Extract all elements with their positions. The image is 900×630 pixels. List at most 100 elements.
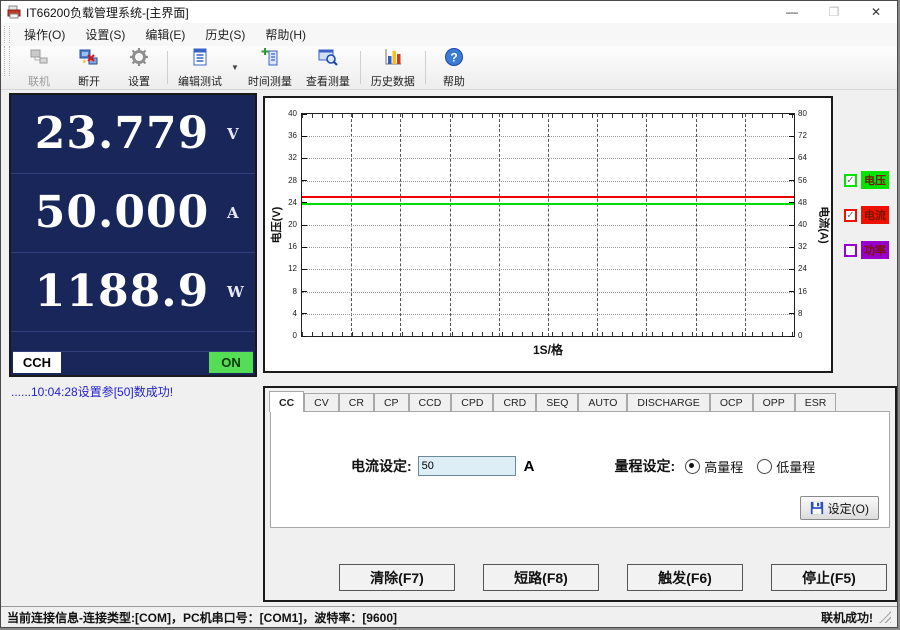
toolbar-label: 查看测量 <box>306 73 350 89</box>
dropdown-arrow-icon[interactable]: ▼ <box>231 63 239 72</box>
tab-ccd[interactable]: CCD <box>409 393 452 412</box>
connection-status-text: 联机成功! <box>821 609 873 626</box>
svg-text:?: ? <box>450 50 457 64</box>
connection-info: 当前连接信息-连接类型:[COM]，PC机串口号：[COM1]，波特率：[960… <box>7 609 397 626</box>
set-button[interactable]: 设定(O) <box>800 496 879 520</box>
gridline-horizontal <box>302 225 794 226</box>
voltage-checkbox[interactable]: ✓ <box>844 174 857 187</box>
menu-bar: 操作(O) 设置(S) 编辑(E) 历史(S) 帮助(H) <box>1 23 897 47</box>
tab-discharge[interactable]: DISCHARGE <box>627 393 709 412</box>
connect-icon <box>29 47 49 72</box>
y-tick-label-left: 28 <box>276 177 297 185</box>
current-set-unit: A <box>524 458 535 475</box>
y-tick-label-right: 32 <box>798 243 820 251</box>
y-tick-label-left: 16 <box>276 243 297 251</box>
tab-esr[interactable]: ESR <box>795 393 837 412</box>
gridline-horizontal <box>302 314 794 315</box>
power-unit: W <box>227 283 249 301</box>
menu-settings[interactable]: 设置(S) <box>75 23 135 46</box>
y-tick-left <box>302 136 307 137</box>
close-button[interactable]: ✕ <box>855 1 897 23</box>
restore-button[interactable]: ❐ <box>813 1 855 23</box>
range-set-label: 量程设定: <box>615 456 676 476</box>
current-row: 50.000 A <box>11 174 255 253</box>
legend-item-current: ✓ 电流 <box>844 206 898 224</box>
toolbar-label: 帮助 <box>443 73 465 89</box>
tab-auto[interactable]: AUTO <box>578 393 627 412</box>
toolbar-separator <box>425 51 426 84</box>
y-tick-right <box>789 313 794 314</box>
current-value: 50.000 <box>17 191 227 235</box>
y-tick-label-right: 56 <box>798 177 820 185</box>
tab-ocp[interactable]: OCP <box>710 393 753 412</box>
tab-cpd[interactable]: CPD <box>451 393 493 412</box>
y-tick-left <box>302 180 307 181</box>
tab-seq[interactable]: SEQ <box>536 393 578 412</box>
time-measure-button[interactable]: 时间测量 <box>241 46 299 89</box>
tab-cp[interactable]: CP <box>374 393 409 412</box>
legend-item-power: 功率 <box>844 241 898 259</box>
menu-help[interactable]: 帮助(H) <box>255 23 316 46</box>
toolbar-label: 历史数据 <box>371 73 415 89</box>
edit-test-icon <box>190 47 210 72</box>
toolbar: 联机 断开 设置 <box>1 46 897 90</box>
tab-cv[interactable]: CV <box>304 393 339 412</box>
edit-test-button[interactable]: 编辑测试 <box>171 46 229 89</box>
view-measure-button[interactable]: 查看测量 <box>299 46 357 89</box>
measurement-display: 23.779 V 50.000 A 1188.9 W CCH ON <box>9 93 257 377</box>
voltage-legend-label: 电压 <box>861 171 889 189</box>
menu-operation[interactable]: 操作(O) <box>14 23 75 46</box>
power-value: 1188.9 <box>17 270 227 314</box>
y-tick-label-left: 24 <box>276 199 297 207</box>
history-data-button[interactable]: 历史数据 <box>364 46 422 89</box>
connect-button[interactable]: 联机 <box>14 46 64 89</box>
toolbar-grip <box>4 26 10 42</box>
toolbar-label: 编辑测试 <box>178 73 222 89</box>
low-range-radio[interactable] <box>757 459 772 474</box>
toolbar-separator <box>360 51 361 84</box>
view-measure-icon <box>318 47 338 72</box>
power-checkbox[interactable] <box>844 244 857 257</box>
power-legend-label: 功率 <box>861 241 889 259</box>
y-tick-right <box>789 158 794 159</box>
resize-grip-icon[interactable] <box>879 611 891 623</box>
current-checkbox[interactable]: ✓ <box>844 209 857 222</box>
settings-button[interactable]: 设置 <box>114 46 164 89</box>
voltage-value: 23.779 <box>17 112 227 156</box>
y-tick-right <box>789 336 794 337</box>
menu-history[interactable]: 历史(S) <box>195 23 255 46</box>
current-set-input[interactable] <box>418 456 516 476</box>
trigger-button[interactable]: 触发(F6) <box>627 564 743 591</box>
y-tick-right <box>789 247 794 248</box>
stop-button[interactable]: 停止(F5) <box>771 564 887 591</box>
short-button[interactable]: 短路(F8) <box>483 564 599 591</box>
y-tick-label-right: 72 <box>798 132 820 140</box>
high-range-radio[interactable] <box>685 459 700 474</box>
y-tick-label-right: 48 <box>798 199 820 207</box>
gridline-horizontal <box>302 269 794 270</box>
clear-button[interactable]: 清除(F7) <box>339 564 455 591</box>
save-icon <box>810 501 824 515</box>
y-tick-left <box>302 269 307 270</box>
high-range-label: 高量程 <box>704 457 743 476</box>
tab-cr[interactable]: CR <box>339 393 374 412</box>
tab-opp[interactable]: OPP <box>753 393 795 412</box>
title-bar: IT66200负载管理系统-[主界面] — ❐ ✕ <box>1 1 897 24</box>
x-axis-title: 1S/格 <box>533 341 563 358</box>
y-tick-left <box>302 291 307 292</box>
y-tick-left <box>302 313 307 314</box>
tab-cc[interactable]: CC <box>269 391 304 412</box>
y-tick-left <box>302 114 307 115</box>
y-tick-label-right: 24 <box>798 265 820 273</box>
help-button[interactable]: ? 帮助 <box>429 46 479 89</box>
menu-edit[interactable]: 编辑(E) <box>135 23 195 46</box>
voltage-unit: V <box>227 125 249 143</box>
minimize-button[interactable]: — <box>771 1 813 23</box>
y-tick-label-right: 8 <box>798 310 820 318</box>
disconnect-button[interactable]: 断开 <box>64 46 114 89</box>
y-tick-label-right: 40 <box>798 221 820 229</box>
tab-crd[interactable]: CRD <box>493 393 536 412</box>
y-tick-label-left: 40 <box>276 110 297 118</box>
y-tick-left <box>302 336 307 337</box>
y-tick-label-right: 16 <box>798 288 820 296</box>
